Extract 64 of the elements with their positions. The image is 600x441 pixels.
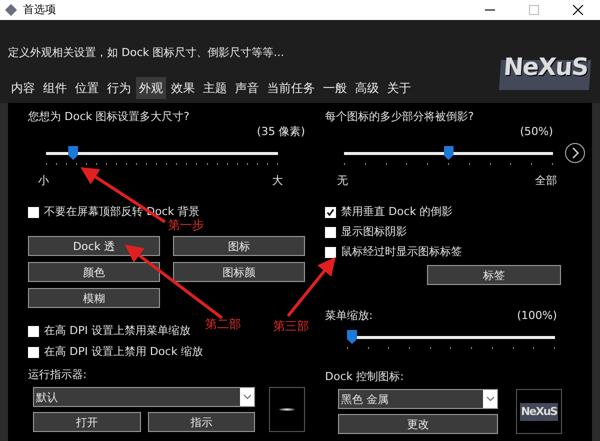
checkbox-label: 在高 DPI 设置上禁用菜单缩放: [44, 324, 190, 338]
checkbox[interactable]: [28, 206, 39, 218]
button[interactable]: 模糊: [28, 288, 160, 308]
tab[interactable]: 行为: [104, 77, 134, 99]
max-label: 全部: [535, 174, 557, 188]
tab[interactable]: 主题: [200, 77, 230, 99]
button[interactable]: 颜色: [28, 262, 160, 282]
description-text: 定义外观相关设置，如 Dock 图标尺寸、倒影尺寸等等...: [8, 46, 286, 60]
tab[interactable]: 外观: [136, 77, 166, 99]
chevron-down-icon: [242, 394, 252, 400]
button[interactable]: 标签: [427, 265, 561, 285]
dropdown[interactable]: 黑色 金属: [338, 389, 498, 409]
button[interactable]: 更改: [338, 414, 498, 434]
section-label: 菜单缩放:: [325, 309, 373, 323]
checkbox-label: 禁用垂直 Dock 的倒影: [341, 205, 453, 219]
window-title: 首选项: [23, 3, 57, 17]
question-text: 每个图标的多少部分将被倒影?: [325, 110, 475, 124]
maximize-icon: [528, 5, 540, 15]
tab[interactable]: 高级: [352, 77, 382, 99]
tab[interactable]: 声音: [232, 77, 262, 99]
close-icon: [572, 5, 584, 15]
annotation-text: 第三部: [273, 319, 309, 333]
logo: NeXuS: [520, 402, 558, 420]
checkbox-label: 显示图标阴影: [341, 225, 407, 239]
checkbox[interactable]: [28, 326, 39, 336]
section-label: Dock 控制图标:: [325, 370, 405, 384]
dropdown[interactable]: 默认: [33, 387, 255, 407]
slider-thumb[interactable]: [347, 330, 357, 344]
next-button[interactable]: [565, 143, 585, 163]
check-icon: [326, 208, 335, 216]
tab[interactable]: 当前任务: [264, 77, 318, 99]
checkbox-label: 鼠标经过时显示图标标签: [341, 245, 462, 259]
checkbox[interactable]: [28, 346, 39, 358]
annotation-text: 第一步: [168, 218, 204, 232]
slider-thumb[interactable]: [68, 146, 78, 160]
tab[interactable]: 内容: [8, 77, 38, 99]
button[interactable]: 图标: [173, 236, 305, 256]
diamond-icon: [4, 3, 18, 17]
slider-value: (100%): [516, 309, 557, 323]
section-label: 运行指示器:: [28, 368, 88, 382]
button[interactable]: 指示: [148, 412, 255, 432]
checkbox[interactable]: [325, 246, 336, 258]
question-text: 您想为 Dock 图标设置多大尺寸?: [28, 110, 190, 124]
button[interactable]: 图标颜: [173, 262, 305, 282]
annotation-text: 第二部: [205, 317, 241, 331]
max-label: 大: [272, 174, 283, 188]
tab[interactable]: 效果: [168, 77, 198, 99]
chevron-down-icon: [486, 396, 494, 402]
checkbox[interactable]: [325, 206, 336, 218]
slider-value: (50%): [518, 125, 553, 139]
slider-value: (35 像素): [256, 125, 305, 139]
checkbox-label: 在高 DPI 设置上禁用 Dock 缩放: [44, 345, 203, 359]
button[interactable]: Dock 透: [28, 236, 160, 256]
min-label: 无: [337, 174, 348, 188]
button[interactable]: 打开: [33, 412, 141, 432]
tab[interactable]: 组件: [40, 77, 70, 99]
glow-dot: [279, 408, 295, 411]
slider-thumb[interactable]: [444, 146, 454, 160]
tab[interactable]: 位置: [72, 77, 102, 99]
tab[interactable]: 关于: [384, 77, 414, 99]
tab[interactable]: 一般: [320, 77, 350, 99]
chevron-right-icon: [570, 147, 580, 159]
checkbox[interactable]: [325, 226, 336, 238]
min-label: 小: [38, 174, 49, 188]
